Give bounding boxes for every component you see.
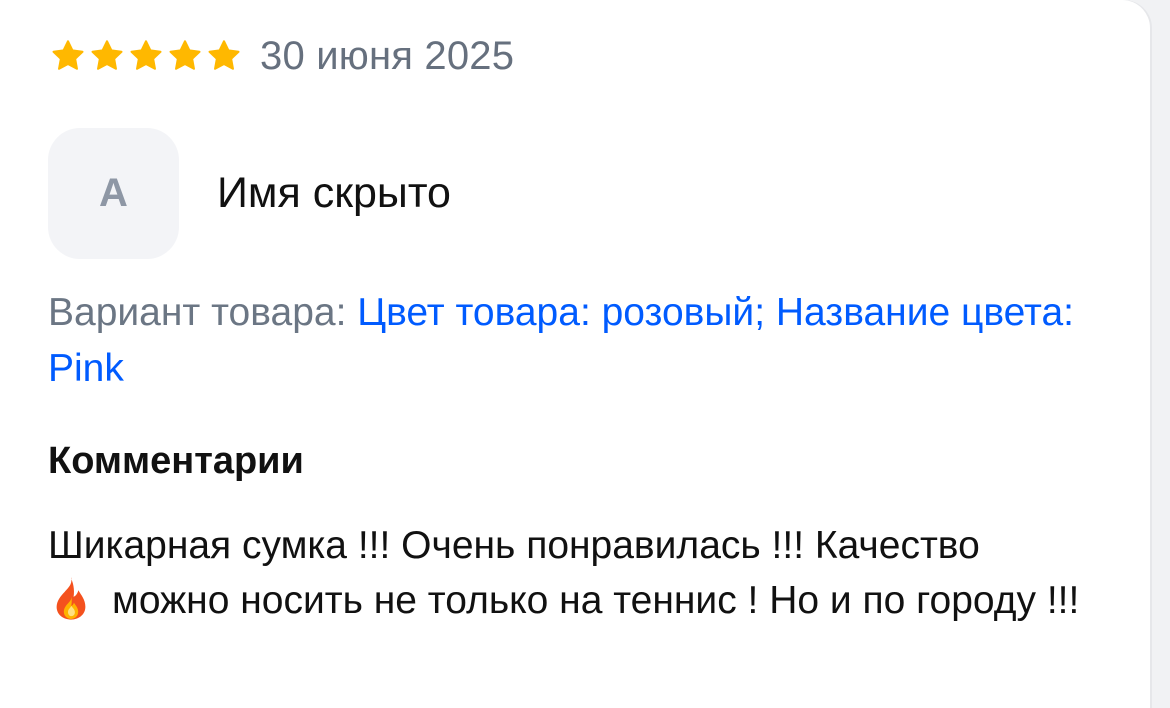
star-rating [50,38,242,74]
variant-label: Вариант товара: [48,291,358,334]
star-icon [50,38,86,74]
star-icon [167,38,203,74]
comments-heading: Комментарии [48,440,304,482]
author-row: А Имя скрыто [48,128,451,259]
comment-text-part2: можно носить не только на теннис ! Но и … [112,579,1080,622]
star-icon [128,38,164,74]
review-date: 30 июня 2025 [260,33,515,78]
fire-icon [48,575,94,621]
star-icon [206,38,242,74]
author-name: Имя скрыто [217,169,451,217]
avatar-initial: А [99,171,128,215]
avatar: А [48,128,179,259]
product-variant: Вариант товара: Цвет товара: розовый; На… [48,285,1108,397]
star-icon [89,38,125,74]
comment-text-part1: Шикарная сумка !!! Очень понравилась !!!… [48,524,980,567]
comment-text: Шикарная сумка !!! Очень понравилась !!!… [48,518,1118,628]
review-card: 30 июня 2025 А Имя скрыто Вариант товара… [0,0,1150,708]
rating-row: 30 июня 2025 [50,30,514,82]
